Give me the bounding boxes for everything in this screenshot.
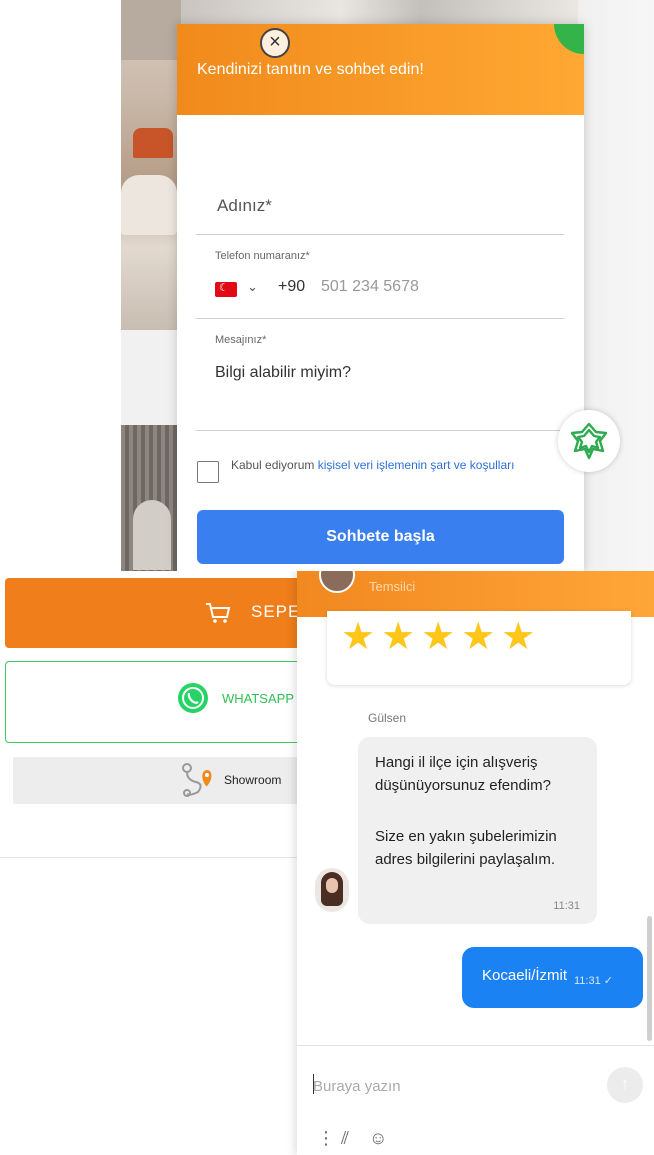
incoming-message-text-2: Size en yakın şubelerimizin adres bilgil…: [375, 828, 557, 868]
rating-stars[interactable]: ★★★★★: [341, 615, 541, 659]
green-corner-badge: [554, 24, 584, 54]
add-to-cart-button[interactable]: SEPE: [5, 578, 315, 648]
phone-underline: [196, 318, 564, 319]
showroom-button[interactable]: Showroom: [13, 757, 313, 804]
consent-link[interactable]: kişisel veri işlemenin şart ve koşulları: [318, 458, 515, 472]
more-options-icon[interactable]: ⋮: [317, 1128, 335, 1149]
text-caret: [313, 1074, 314, 1094]
incoming-message-time: 11:31: [553, 900, 580, 912]
consent-checkbox[interactable]: [197, 461, 219, 483]
emoji-icon[interactable]: ☺: [369, 1128, 387, 1149]
cart-icon: [206, 603, 231, 623]
background-gap: [121, 330, 181, 425]
background-chair: [133, 128, 173, 158]
rating-card: ★★★★★: [327, 611, 631, 685]
attachment-icon[interactable]: ⫽: [341, 1128, 349, 1149]
chat-panel: Temsilci ★★★★★ Gülsen Hangi il ilçe için…: [297, 571, 654, 1155]
background-sofa: [121, 175, 177, 235]
background-arch: [133, 500, 171, 570]
showroom-label: Showroom: [224, 773, 282, 787]
chat-message-input[interactable]: [313, 1071, 593, 1101]
start-chat-button[interactable]: Sohbete başla: [197, 510, 564, 564]
incoming-message-text-1: Hangi il ilçe için alışveriş düşünüyorsu…: [375, 754, 551, 794]
prechat-form-panel: Kendinizi tanıtın ve sohbet edin! Adınız…: [177, 24, 584, 571]
background-room-image-top: [121, 0, 181, 60]
name-field[interactable]: Adınız*: [217, 196, 272, 216]
agent-role-label: Temsilci: [369, 579, 416, 594]
screen: Kendinizi tanıtın ve sohbet edin! Adınız…: [0, 0, 654, 1155]
background-right-shade: [578, 0, 654, 571]
name-underline: [196, 234, 564, 235]
outgoing-message-time: 11:31 ✓: [574, 975, 613, 987]
chat-scrollbar[interactable]: [647, 916, 652, 1041]
turkey-flag-icon[interactable]: [215, 281, 237, 297]
route-pin-icon: [182, 763, 212, 797]
input-divider: [297, 1045, 654, 1046]
form-header: Kendinizi tanıtın ve sohbet edin!: [177, 24, 584, 115]
whatsapp-icon: [178, 683, 208, 713]
phone-input[interactable]: 501 234 5678: [321, 278, 419, 296]
whatsapp-label: WHATSAPP: [222, 691, 294, 706]
whatsapp-button[interactable]: WHATSAPP: [5, 661, 315, 743]
section-divider: [0, 857, 300, 858]
message-input[interactable]: Bilgi alabilir miyim?: [215, 364, 351, 382]
incoming-message: Hangi il ilçe için alışveriş düşünüyorsu…: [358, 737, 597, 924]
outgoing-message: Kocaeli/İzmit 11:31 ✓: [462, 947, 643, 1008]
chat-conversation-screenshot: SEPE WHATSAPP Showroom Temsilci ★★★★★ Gü…: [0, 571, 654, 1155]
chevron-down-icon[interactable]: ⌄: [247, 279, 258, 295]
message-label: Mesajınız*: [215, 334, 267, 346]
phone-label: Telefon numaranız*: [215, 250, 310, 262]
sender-name: Gülsen: [368, 711, 407, 725]
agent-avatar-header: [319, 571, 355, 593]
send-button[interactable]: ↑: [607, 1067, 643, 1103]
background-top-strip: [181, 0, 581, 24]
agent-avatar-face: [326, 878, 338, 893]
phone-country-code: +90: [278, 278, 306, 295]
form-header-title: Kendinizi tanıtın ve sohbet edin!: [197, 61, 424, 78]
close-icon[interactable]: ×: [260, 28, 290, 58]
chatbot-launcher-icon[interactable]: [558, 410, 620, 472]
consent-text: Kabul ediyorum kişisel veri işlemenin şa…: [231, 457, 531, 473]
agent-avatar: [315, 868, 349, 912]
outgoing-message-text: Kocaeli/İzmit: [482, 967, 568, 984]
consent-prefix: Kabul ediyorum: [231, 458, 318, 472]
message-underline: [196, 430, 564, 431]
prechat-form-screenshot: Kendinizi tanıtın ve sohbet edin! Adınız…: [121, 0, 654, 571]
add-to-cart-label: SEPE: [251, 602, 301, 621]
